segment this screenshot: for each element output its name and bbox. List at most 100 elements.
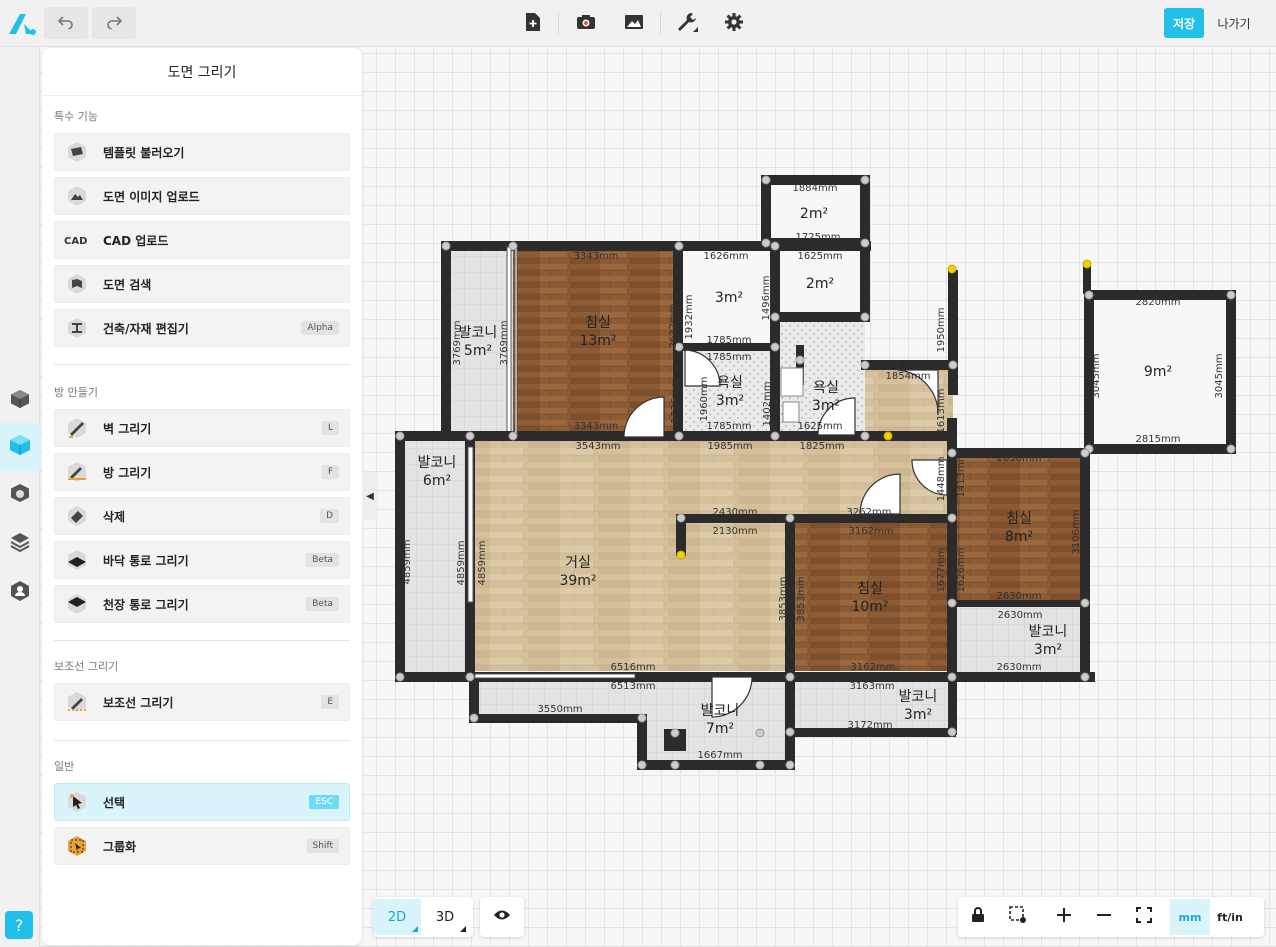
visibility-button[interactable] xyxy=(480,899,524,935)
dimension-label: 1884mm xyxy=(792,183,838,194)
rail-profile-button[interactable] xyxy=(4,577,36,609)
shortcut-badge: E xyxy=(321,695,339,709)
dimension-label: 3045mm xyxy=(1091,353,1102,399)
room-area: 13m² xyxy=(579,333,617,349)
unit-ftin-button[interactable]: ft/in xyxy=(1210,899,1250,935)
room-label: 욕실 3m² xyxy=(786,379,866,415)
panel-item-wall-draw[interactable]: 벽 그리기 L xyxy=(54,409,350,447)
room-label: 발코니 7m² xyxy=(680,702,760,738)
room-label: 발코니 6m² xyxy=(397,454,477,490)
help-button[interactable]: ? xyxy=(5,911,33,939)
dimension-label: 1402mm xyxy=(762,381,773,427)
redo-button[interactable] xyxy=(92,7,136,39)
user-icon xyxy=(9,580,31,606)
collapse-panel-button[interactable]: ◀ xyxy=(362,472,378,520)
eye-icon xyxy=(493,909,511,925)
panel-item-beam-editor[interactable]: 건축/자재 편집기 Alpha xyxy=(54,309,350,347)
panel-item-label: 도면 이미지 업로드 xyxy=(103,189,200,204)
dimension-label: 1785mm xyxy=(706,421,752,432)
shortcut-badge: F xyxy=(321,465,339,479)
wall-draw-icon xyxy=(63,414,91,442)
undo-button[interactable] xyxy=(44,7,88,39)
section-divider xyxy=(54,740,350,741)
section-divider xyxy=(54,364,350,365)
dimension-label: 3853mm xyxy=(778,576,789,622)
image-button[interactable] xyxy=(620,10,648,38)
panel-title: 도면 그리기 xyxy=(42,48,362,96)
image-icon xyxy=(624,14,644,34)
app-logo-icon[interactable] xyxy=(6,10,38,38)
top-toolbar: 저장 나가기 xyxy=(0,0,1276,47)
panel-item-cad[interactable]: CAD CAD 업로드 xyxy=(54,221,350,259)
dimension-label: 2630mm xyxy=(996,453,1042,464)
panel-item-label: 바닥 통로 그리기 xyxy=(103,553,189,568)
shortcut-badge: L xyxy=(321,421,339,435)
gear-icon xyxy=(724,12,744,36)
chevron-left-icon: ◀ xyxy=(366,490,374,502)
floor-passage-icon xyxy=(63,546,91,574)
new-file-button[interactable] xyxy=(519,10,547,38)
panel-item-floor-passage[interactable]: 바닥 통로 그리기 Beta xyxy=(54,541,350,579)
room-area: 39m² xyxy=(559,573,597,589)
panel-item-group[interactable]: 그룹화 Shift xyxy=(54,827,350,865)
room-label: 거실 39m² xyxy=(538,554,618,590)
panel-item-label: 건축/자재 편집기 xyxy=(103,321,189,336)
dimension-label: 1677mm xyxy=(936,547,947,593)
redo-icon xyxy=(106,14,123,33)
dimension-label: 3162mm xyxy=(850,662,896,673)
dimension-label: 4859mm xyxy=(402,539,413,585)
panel-item-floor-search[interactable]: 도면 검색 xyxy=(54,265,350,303)
room-area: 8m² xyxy=(1004,529,1034,545)
room-area: 3m² xyxy=(1033,642,1063,658)
lock-button[interactable] xyxy=(958,899,998,935)
view-2d-button[interactable]: 2D xyxy=(373,899,421,935)
panel-item-ceiling-passage[interactable]: 천장 통로 그리기 Beta xyxy=(54,585,350,623)
dimension-label: 2630mm xyxy=(997,610,1043,621)
cube-icon xyxy=(9,388,31,414)
zoom-out-button[interactable] xyxy=(1084,899,1124,935)
panel-item-cursor[interactable]: 선택 ESC xyxy=(54,783,350,821)
unit-mm-button[interactable]: mm xyxy=(1170,899,1210,935)
rail-build-button[interactable] xyxy=(4,385,36,417)
visibility-group xyxy=(480,897,524,937)
dimension-label: 3106mm xyxy=(1071,509,1082,555)
view-3d-button[interactable]: 3D xyxy=(421,899,469,935)
camera-icon xyxy=(576,14,596,34)
shortcut-badge: Beta xyxy=(306,553,339,567)
panel-item-guide-line[interactable]: 보조선 그리기 E xyxy=(54,683,350,721)
area-select-icon xyxy=(1009,906,1027,928)
zoom-in-button[interactable] xyxy=(1044,899,1084,935)
room-label: 침실 13m² xyxy=(558,314,638,350)
dimension-label: 3550mm xyxy=(537,704,583,715)
capture-button[interactable] xyxy=(572,10,600,38)
room-label: 3m² xyxy=(689,289,769,307)
panel-item-image-upload[interactable]: 도면 이미지 업로드 xyxy=(54,177,350,215)
exit-button[interactable]: 나가기 xyxy=(1210,8,1258,38)
section-title: 특수 기능 xyxy=(54,110,98,123)
select-area-button[interactable] xyxy=(998,899,1038,935)
room-draw-icon xyxy=(63,458,91,486)
furniture-cube-icon xyxy=(9,482,31,508)
dimension-label: 1985mm xyxy=(707,441,753,452)
room-name: 침실 xyxy=(1006,511,1032,527)
dimension-label: 1785mm xyxy=(706,352,752,363)
rail-draw-button[interactable] xyxy=(0,423,40,471)
tools-button[interactable] xyxy=(674,10,702,38)
dimension-label: 2630mm xyxy=(996,591,1042,602)
panel-item-room-draw[interactable]: 방 그리기 F xyxy=(54,453,350,491)
rail-material-button[interactable] xyxy=(4,527,36,559)
room-area: 3m² xyxy=(811,398,841,414)
panel-item-template-box[interactable]: 템플릿 불러오기 xyxy=(54,133,350,171)
left-rail: ? xyxy=(0,47,40,947)
room-name: 발코니 xyxy=(417,455,457,471)
panel-item-eraser[interactable]: 삭제 D xyxy=(54,497,350,535)
settings-button[interactable] xyxy=(720,10,748,38)
rail-furniture-button[interactable] xyxy=(4,479,36,511)
panel-item-label: 천장 통로 그리기 xyxy=(103,597,189,612)
fit-screen-button[interactable] xyxy=(1124,899,1164,935)
panel-item-label: 선택 xyxy=(103,795,126,810)
room-area: 2m² xyxy=(805,276,835,292)
section-divider xyxy=(54,640,350,641)
dimension-label: 4859mm xyxy=(456,540,467,586)
save-button[interactable]: 저장 xyxy=(1164,8,1204,38)
